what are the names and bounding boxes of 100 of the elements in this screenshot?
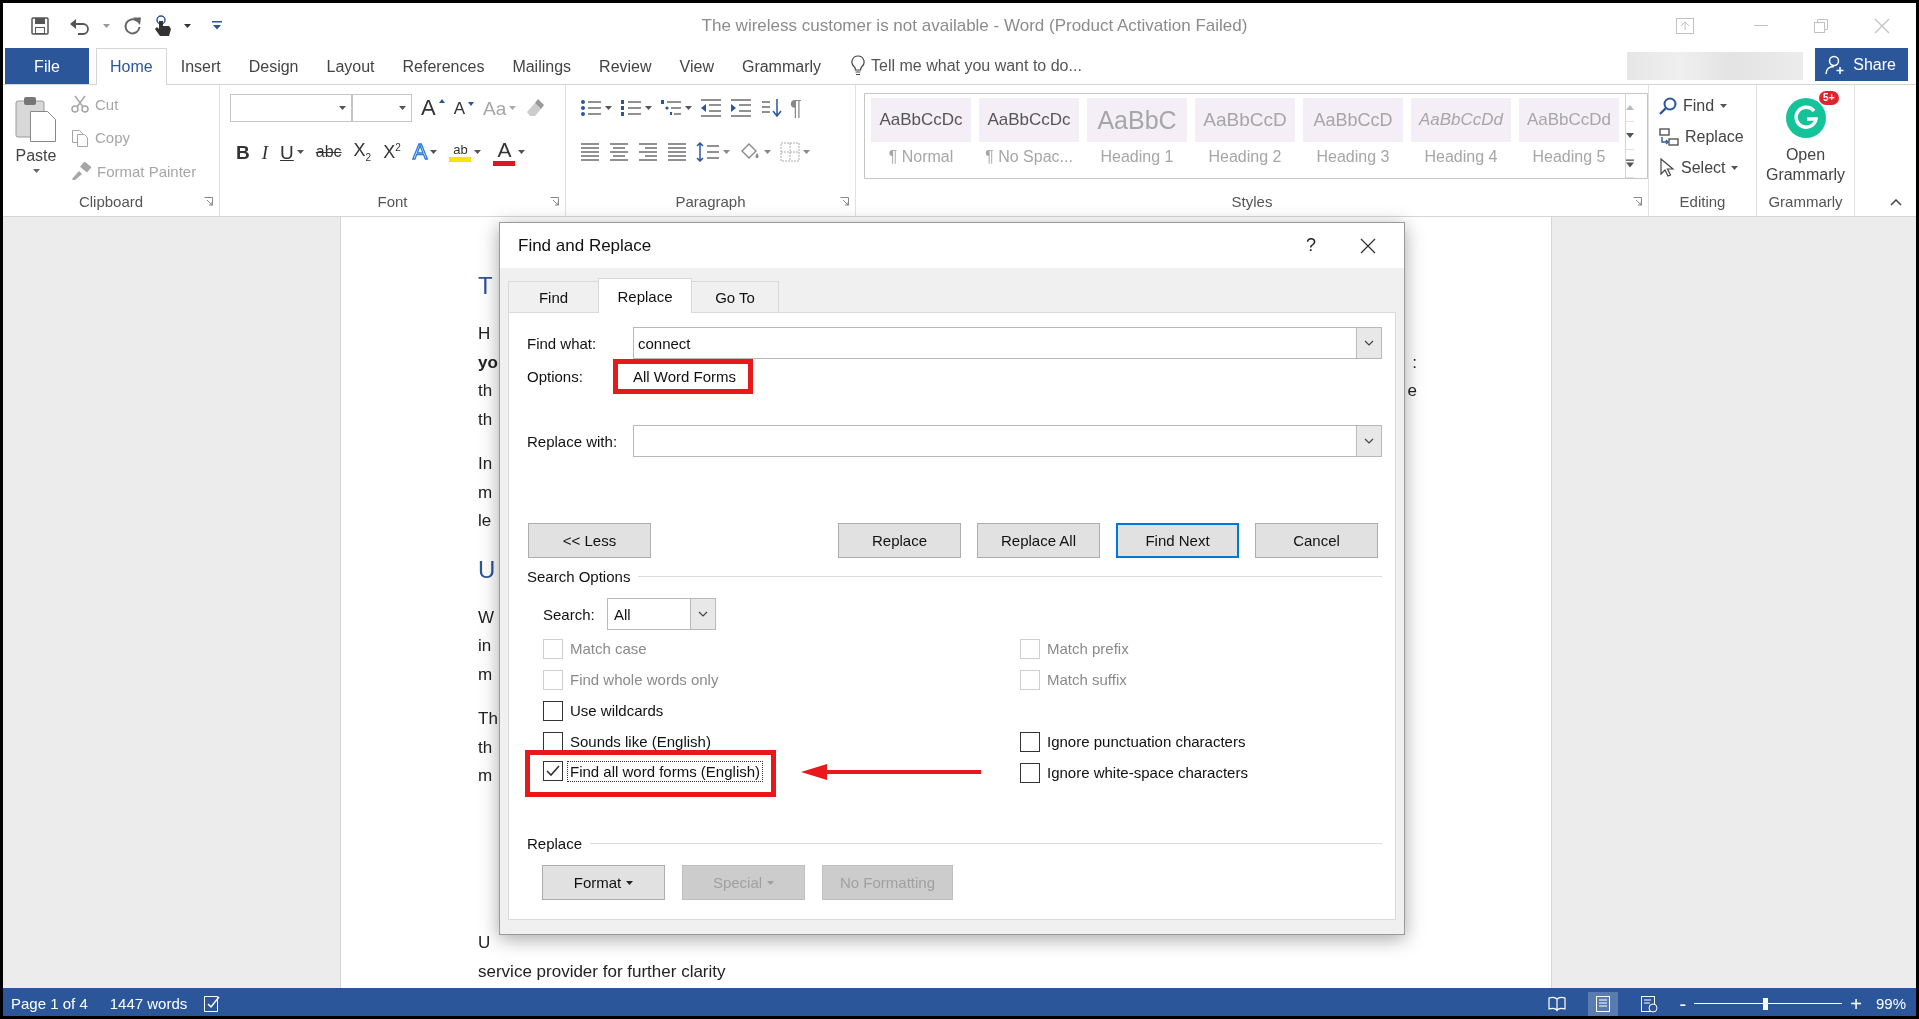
ribbon-tab[interactable]: Insert <box>166 48 235 85</box>
caret-icon[interactable] <box>518 150 526 154</box>
decrease-indent-icon[interactable] <box>700 99 722 117</box>
caret-icon[interactable] <box>184 23 191 28</box>
bullets-icon[interactable] <box>580 99 602 117</box>
window-title: The wireless customer is not available - Word (Product Activation Failed) <box>700 15 1248 36</box>
dialog-button[interactable]: Replace All <box>977 523 1100 558</box>
dialog-button[interactable]: Replace <box>838 523 961 558</box>
tab[interactable]: Go To <box>691 281 779 312</box>
open-grammarly-button[interactable]: 5+ Open Grammarly <box>1763 93 1848 186</box>
ribbon-tab[interactable]: View <box>665 48 728 85</box>
tab[interactable]: Replace <box>598 278 692 313</box>
dialog-button[interactable]: Cancel <box>1255 523 1378 558</box>
checkbox[interactable] <box>1020 762 1040 783</box>
page-icon[interactable] <box>1593 994 1612 1013</box>
save-icon[interactable] <box>31 16 49 35</box>
web-page-icon[interactable] <box>1639 994 1658 1013</box>
file-tab[interactable]: File <box>5 48 89 84</box>
dialog-launcher-icon[interactable] <box>1633 197 1642 206</box>
cursor-icon <box>1659 157 1675 178</box>
body-text: yo <box>478 351 498 374</box>
find-button[interactable]: Find <box>1659 93 1744 118</box>
select-button[interactable]: Select <box>1659 155 1744 180</box>
center-icon[interactable] <box>609 143 629 161</box>
replace-button[interactable]: Replace <box>1659 124 1744 149</box>
collapse-ribbon-icon[interactable] <box>1890 199 1902 206</box>
customize-icon[interactable] <box>211 20 223 31</box>
show-marks-button[interactable]: ¶ <box>790 95 802 121</box>
grow-font-button[interactable]: A <box>421 97 445 119</box>
replace-with-field[interactable] <box>633 425 1382 457</box>
replace-icon <box>1659 126 1679 147</box>
dialog-launcher-icon[interactable] <box>840 197 849 206</box>
ribbon-tab[interactable]: References <box>388 48 499 85</box>
help-button[interactable]: ? <box>1306 235 1316 256</box>
ribbon-tab[interactable]: Mailings <box>498 48 586 85</box>
field-label: Search: <box>543 605 596 623</box>
font-size-field[interactable] <box>352 94 412 122</box>
justify-icon[interactable] <box>667 143 687 161</box>
tab[interactable]: Find <box>508 281 599 312</box>
caret-icon[interactable] <box>1731 165 1739 170</box>
numbering-icon[interactable] <box>620 99 642 117</box>
align-left-icon[interactable] <box>580 143 600 161</box>
font-color-button[interactable]: A <box>493 138 526 166</box>
shrink-font-button[interactable]: A <box>453 99 475 117</box>
slider-thumb[interactable] <box>1763 997 1769 1010</box>
dialog-launcher-icon[interactable] <box>550 197 559 206</box>
print-layout-button[interactable] <box>1587 991 1618 1016</box>
checkbox[interactable] <box>1020 731 1040 752</box>
redo-icon[interactable] <box>122 15 142 36</box>
subscript-button[interactable]: X$_{2}$ <box>353 141 372 163</box>
caret-icon[interactable] <box>1720 103 1728 108</box>
font-name-field[interactable] <box>230 94 352 122</box>
caret-icon[interactable] <box>32 169 40 173</box>
dialog-button[interactable]: Find Next <box>1116 523 1239 558</box>
dialog-button[interactable]: Format <box>542 865 665 900</box>
dialog-launcher-icon[interactable] <box>204 197 213 206</box>
zoom-slider[interactable] <box>1694 997 1843 1010</box>
hand-icon[interactable] <box>154 14 172 37</box>
caret-icon <box>626 880 634 885</box>
ribbon-tab[interactable]: Review <box>585 48 666 85</box>
caret-icon[interactable] <box>474 150 482 154</box>
underline-button[interactable]: U <box>280 142 304 162</box>
highlight-button[interactable]: ab <box>449 142 482 162</box>
italic-button[interactable]: I <box>261 142 269 162</box>
bold-button[interactable]: B <box>236 142 250 162</box>
book-icon[interactable] <box>1547 994 1566 1013</box>
ribbon-tab[interactable]: Layout <box>312 48 389 85</box>
checkbox[interactable] <box>543 761 563 781</box>
close-icon[interactable] <box>1360 237 1376 254</box>
dialog-button[interactable]: << Less <box>528 523 651 558</box>
caret-icon[interactable] <box>399 106 406 110</box>
ribbon-tab[interactable]: Home <box>96 48 167 85</box>
caret-icon[interactable] <box>339 106 346 110</box>
checkbox[interactable] <box>543 731 563 752</box>
caret-icon[interactable] <box>296 150 304 154</box>
share-button[interactable]: Share <box>1815 48 1908 81</box>
increase-indent-icon[interactable] <box>730 99 752 117</box>
caret-icon[interactable] <box>645 106 652 110</box>
body-text: In <box>478 453 493 475</box>
body-text: th <box>478 380 493 402</box>
caret-icon[interactable] <box>685 106 692 110</box>
superscript-button[interactable]: X$^{2}$ <box>383 143 401 161</box>
caret-icon[interactable] <box>430 150 438 154</box>
strikethrough-button[interactable]: abc <box>315 144 342 160</box>
paste-button[interactable]: Paste <box>9 93 63 186</box>
ribbon-tab[interactable]: Design <box>234 48 313 85</box>
caret-icon[interactable] <box>605 106 612 110</box>
find-what-field[interactable]: connect <box>633 327 1382 359</box>
align-right-icon[interactable] <box>638 143 658 161</box>
eraser-icon[interactable] <box>525 98 546 118</box>
ribbon-tab[interactable]: Grammarly <box>727 48 836 85</box>
line-spacing-icon[interactable] <box>696 142 720 162</box>
sort-icon[interactable] <box>760 98 782 118</box>
zoom-in-button[interactable]: + <box>1850 993 1862 1014</box>
zoom-out-button[interactable]: - <box>1679 993 1687 1014</box>
search-dropdown[interactable]: All <box>607 598 716 630</box>
option-label: Use wildcards <box>569 701 665 721</box>
multilevel-list-icon[interactable] <box>660 99 682 117</box>
checkbox[interactable] <box>543 700 563 721</box>
tell-me-field[interactable]: Tell me what you want to do... <box>871 57 1082 75</box>
